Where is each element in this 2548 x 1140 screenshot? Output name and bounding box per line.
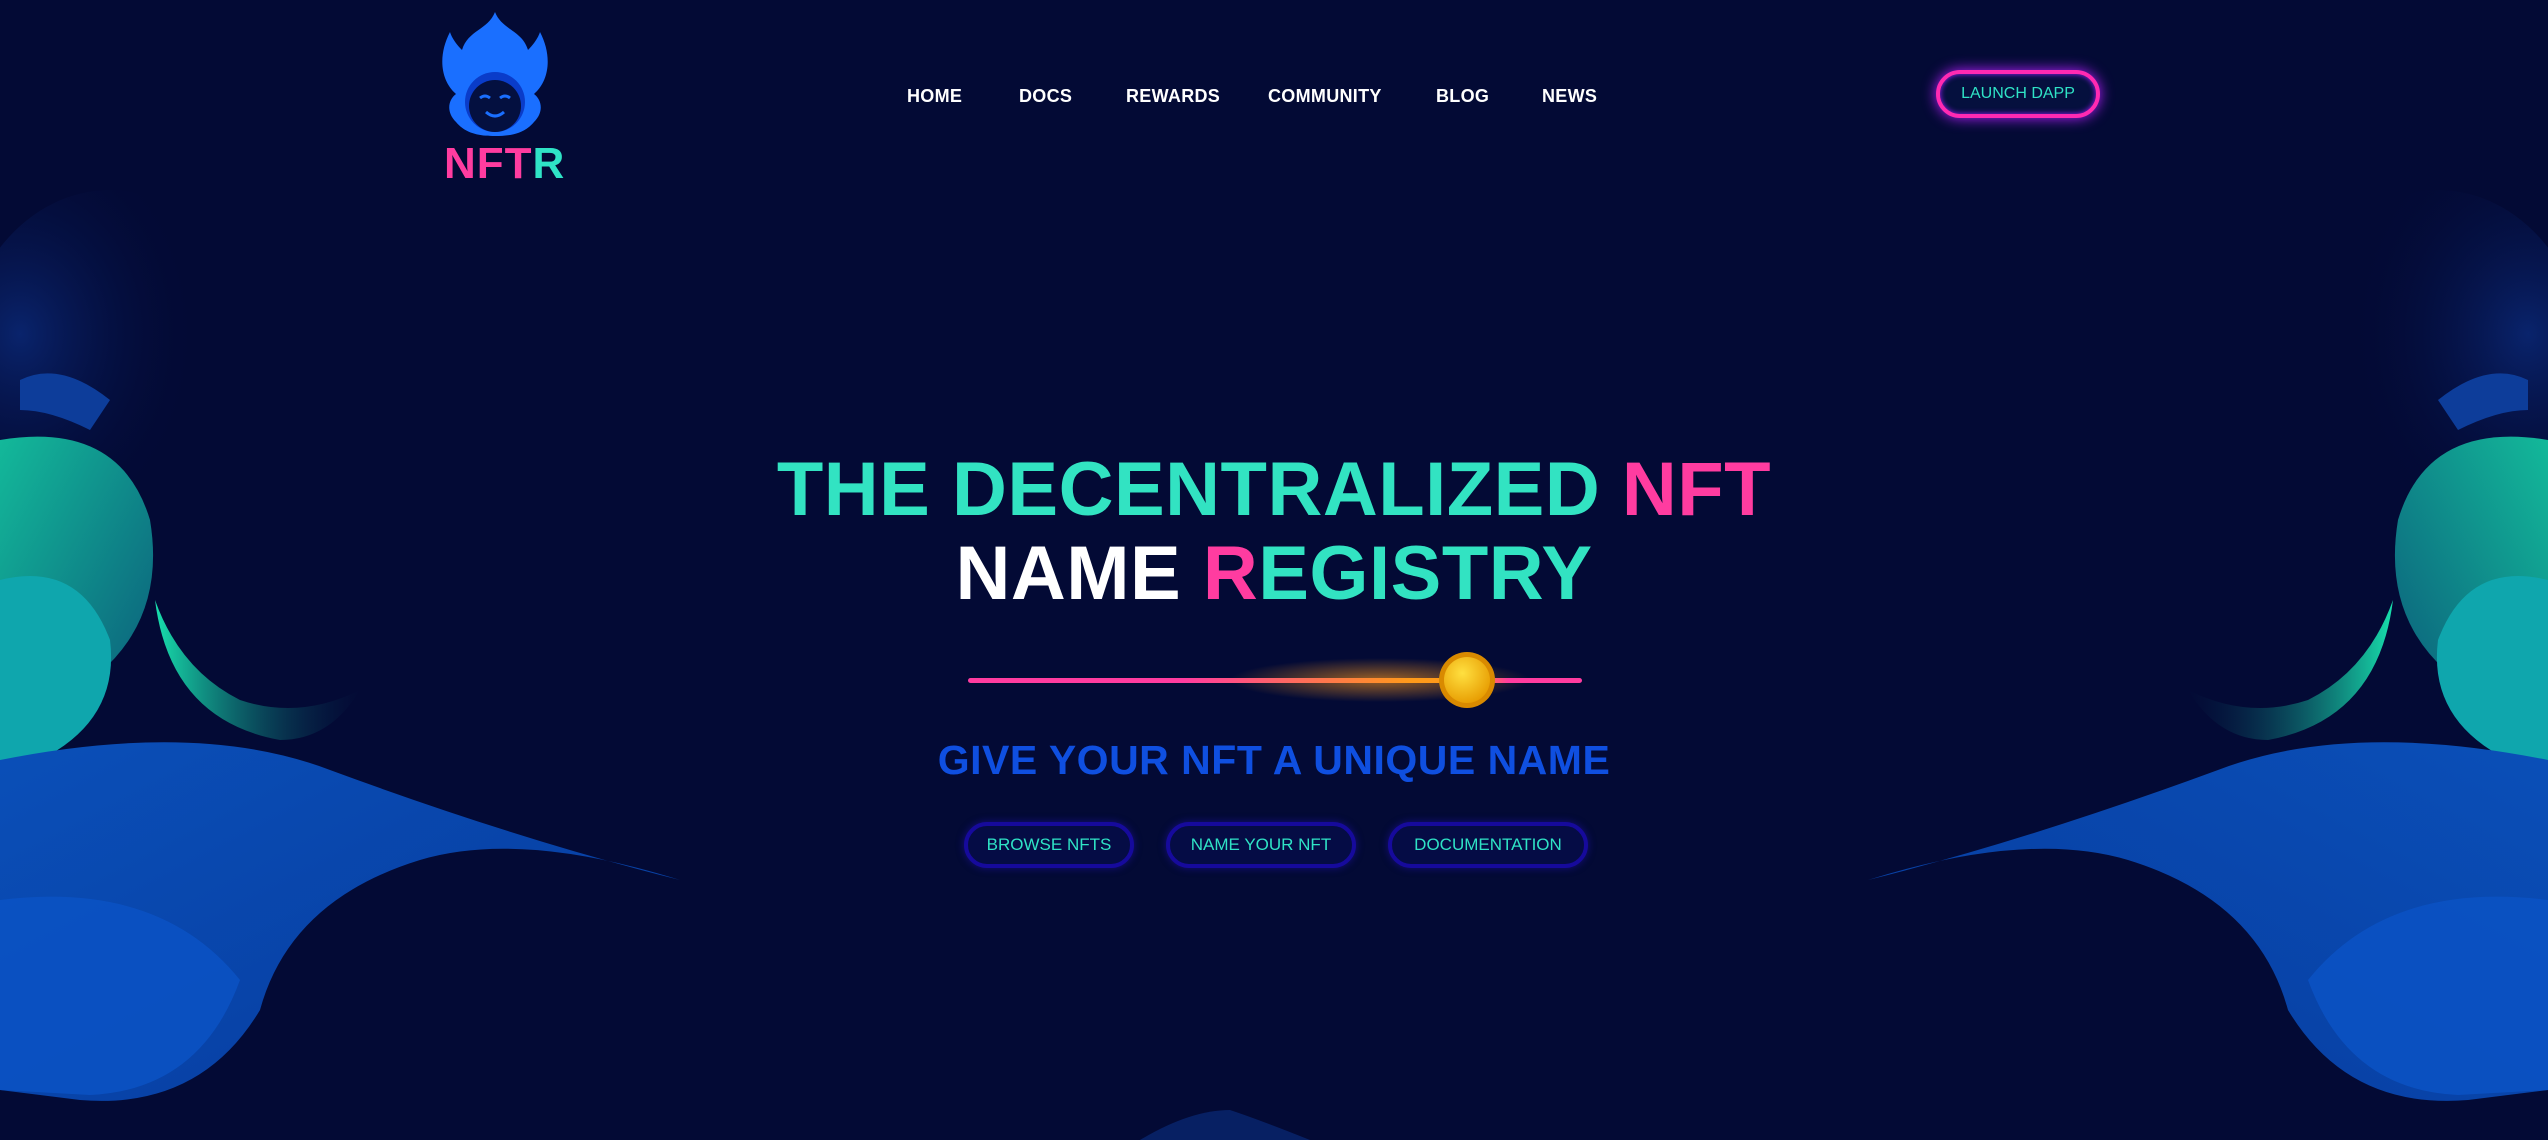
nav-community-link[interactable]: COMMUNITY xyxy=(1268,78,1382,114)
flame-face-icon xyxy=(442,12,548,136)
name-your-nft-button[interactable]: NAME YOUR NFT xyxy=(1166,822,1356,868)
hero-subtitle: GIVE YOUR NFT A UNIQUE NAME xyxy=(937,737,1611,783)
hero-headline: THE DECENTRALIZED NFT NAME REGISTRY xyxy=(0,448,2548,616)
headline-line-2: NAME REGISTRY xyxy=(955,531,1593,616)
left-wave xyxy=(0,190,680,1101)
nav-docs-link[interactable]: DOCS xyxy=(1019,78,1072,114)
nav-news-link[interactable]: NEWS xyxy=(1542,78,1597,114)
launch-dapp-button[interactable]: LAUNCH DAPP xyxy=(1936,70,2100,118)
documentation-button[interactable]: DOCUMENTATION xyxy=(1388,822,1588,868)
nav-home-link[interactable]: HOME xyxy=(907,78,962,114)
headline-line-1: THE DECENTRALIZED NFT xyxy=(776,447,1772,532)
browse-nfts-button[interactable]: BROWSE NFTS xyxy=(964,822,1134,868)
right-wave xyxy=(1868,190,2548,1101)
nav-rewards-link[interactable]: REWARDS xyxy=(1126,78,1220,114)
logo[interactable]: NFTR xyxy=(440,10,564,186)
logo-text: NFTR xyxy=(444,139,566,188)
nav-blog-link[interactable]: BLOG xyxy=(1436,78,1489,114)
glow-divider xyxy=(968,652,1582,708)
